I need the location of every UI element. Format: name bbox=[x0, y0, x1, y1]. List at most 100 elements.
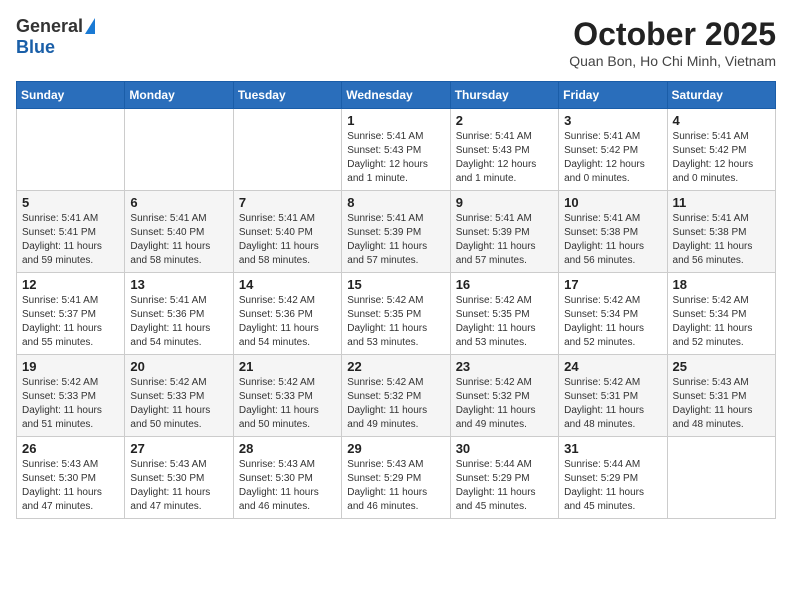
calendar-cell: 21Sunrise: 5:42 AM Sunset: 5:33 PM Dayli… bbox=[233, 355, 341, 437]
day-number: 22 bbox=[347, 359, 444, 374]
day-number: 23 bbox=[456, 359, 553, 374]
calendar-cell: 10 Sunrise: 5:41 AM Sunset: 5:38 PM Dayli… bbox=[559, 191, 667, 273]
day-number: 21 bbox=[239, 359, 336, 374]
logo-blue-text: Blue bbox=[16, 37, 55, 58]
day-info: Sunrise: 5:44 AM Sunset: 5:29 PM Dayligh… bbox=[564, 458, 661, 514]
calendar-header-thursday: Thursday bbox=[450, 82, 558, 109]
calendar-week-row: 26 Sunrise: 5:43 AM Sunset: 5:30 PM Dayli… bbox=[17, 437, 776, 519]
day-number: 16 bbox=[456, 277, 553, 292]
day-number: 11 bbox=[673, 195, 770, 210]
day-number: 10 bbox=[564, 195, 661, 210]
calendar-cell: 13 Sunrise: 5:41 AM Sunset: 5:36 PM Dayli… bbox=[125, 273, 233, 355]
day-info: Sunrise: 5:41 AM Sunset: 5:40 PM Dayligh… bbox=[239, 212, 336, 268]
calendar-cell: 4 Sunrise: 5:41 AM Sunset: 5:42 PM Daylig… bbox=[667, 109, 775, 191]
day-number: 18 bbox=[673, 277, 770, 292]
calendar-cell: 31 Sunrise: 5:44 AM Sunset: 5:29 PM Dayli… bbox=[559, 437, 667, 519]
calendar-cell: 25Sunrise: 5:43 AM Sunset: 5:31 PM Dayli… bbox=[667, 355, 775, 437]
day-number: 14 bbox=[239, 277, 336, 292]
day-info: Sunrise: 5:42 AM Sunset: 5:36 PM Dayligh… bbox=[239, 294, 336, 350]
day-number: 31 bbox=[564, 441, 661, 456]
day-info: Sunrise: 5:41 AM Sunset: 5:41 PM Dayligh… bbox=[22, 212, 119, 268]
day-number: 1 bbox=[347, 113, 444, 128]
day-info: Sunrise: 5:42 AM Sunset: 5:35 PM Dayligh… bbox=[347, 294, 444, 350]
calendar-cell: 22 Sunrise: 5:42 AM Sunset: 5:32 PM Dayli… bbox=[342, 355, 450, 437]
calendar-header-sunday: Sunday bbox=[17, 82, 125, 109]
day-info: Sunrise: 5:42 AM Sunset: 5:31 PM Dayligh… bbox=[564, 376, 661, 432]
day-info: Sunrise: 5:41 AM Sunset: 5:40 PM Dayligh… bbox=[130, 212, 227, 268]
calendar-header-saturday: Saturday bbox=[667, 82, 775, 109]
calendar-cell: 11 Sunrise: 5:41 AM Sunset: 5:38 PM Dayli… bbox=[667, 191, 775, 273]
calendar-week-row: 19Sunrise: 5:42 AM Sunset: 5:33 PM Dayli… bbox=[17, 355, 776, 437]
day-info: Sunrise: 5:42 AM Sunset: 5:35 PM Dayligh… bbox=[456, 294, 553, 350]
logo: General Blue bbox=[16, 16, 95, 58]
calendar-header-friday: Friday bbox=[559, 82, 667, 109]
calendar-cell: 15Sunrise: 5:42 AM Sunset: 5:35 PM Dayli… bbox=[342, 273, 450, 355]
calendar-cell: 6 Sunrise: 5:41 AM Sunset: 5:40 PM Daylig… bbox=[125, 191, 233, 273]
day-number: 6 bbox=[130, 195, 227, 210]
day-info: Sunrise: 5:42 AM Sunset: 5:32 PM Dayligh… bbox=[456, 376, 553, 432]
day-info: Sunrise: 5:41 AM Sunset: 5:42 PM Dayligh… bbox=[673, 130, 770, 186]
logo-general-text: General bbox=[16, 16, 83, 37]
day-number: 27 bbox=[130, 441, 227, 456]
location-text: Quan Bon, Ho Chi Minh, Vietnam bbox=[569, 53, 776, 69]
logo-triangle-icon bbox=[85, 18, 95, 34]
calendar-cell: 2 Sunrise: 5:41 AM Sunset: 5:43 PM Daylig… bbox=[450, 109, 558, 191]
day-info: Sunrise: 5:42 AM Sunset: 5:33 PM Dayligh… bbox=[130, 376, 227, 432]
calendar-cell: 3 Sunrise: 5:41 AM Sunset: 5:42 PM Daylig… bbox=[559, 109, 667, 191]
day-number: 5 bbox=[22, 195, 119, 210]
day-number: 4 bbox=[673, 113, 770, 128]
calendar-header-monday: Monday bbox=[125, 82, 233, 109]
day-info: Sunrise: 5:41 AM Sunset: 5:39 PM Dayligh… bbox=[347, 212, 444, 268]
calendar-table: SundayMondayTuesdayWednesdayThursdayFrid… bbox=[16, 81, 776, 519]
calendar-header-wednesday: Wednesday bbox=[342, 82, 450, 109]
day-info: Sunrise: 5:43 AM Sunset: 5:29 PM Dayligh… bbox=[347, 458, 444, 514]
calendar-cell: 12 Sunrise: 5:41 AM Sunset: 5:37 PM Dayli… bbox=[17, 273, 125, 355]
day-number: 20 bbox=[130, 359, 227, 374]
day-info: Sunrise: 5:43 AM Sunset: 5:30 PM Dayligh… bbox=[22, 458, 119, 514]
calendar-cell: 8 Sunrise: 5:41 AM Sunset: 5:39 PM Daylig… bbox=[342, 191, 450, 273]
day-number: 12 bbox=[22, 277, 119, 292]
calendar-cell: 9Sunrise: 5:41 AM Sunset: 5:39 PM Daylig… bbox=[450, 191, 558, 273]
day-info: Sunrise: 5:41 AM Sunset: 5:38 PM Dayligh… bbox=[564, 212, 661, 268]
day-info: Sunrise: 5:42 AM Sunset: 5:32 PM Dayligh… bbox=[347, 376, 444, 432]
day-info: Sunrise: 5:42 AM Sunset: 5:34 PM Dayligh… bbox=[564, 294, 661, 350]
month-title: October 2025 bbox=[569, 16, 776, 53]
calendar-cell bbox=[233, 109, 341, 191]
calendar-cell: 24 Sunrise: 5:42 AM Sunset: 5:31 PM Dayli… bbox=[559, 355, 667, 437]
title-area: October 2025 Quan Bon, Ho Chi Minh, Viet… bbox=[569, 16, 776, 69]
day-info: Sunrise: 5:42 AM Sunset: 5:34 PM Dayligh… bbox=[673, 294, 770, 350]
calendar-cell: 7 Sunrise: 5:41 AM Sunset: 5:40 PM Daylig… bbox=[233, 191, 341, 273]
day-info: Sunrise: 5:41 AM Sunset: 5:43 PM Dayligh… bbox=[456, 130, 553, 186]
day-info: Sunrise: 5:41 AM Sunset: 5:38 PM Dayligh… bbox=[673, 212, 770, 268]
day-number: 8 bbox=[347, 195, 444, 210]
day-number: 30 bbox=[456, 441, 553, 456]
calendar-cell: 14 Sunrise: 5:42 AM Sunset: 5:36 PM Dayli… bbox=[233, 273, 341, 355]
day-number: 17 bbox=[564, 277, 661, 292]
calendar-week-row: 12 Sunrise: 5:41 AM Sunset: 5:37 PM Dayli… bbox=[17, 273, 776, 355]
day-info: Sunrise: 5:44 AM Sunset: 5:29 PM Dayligh… bbox=[456, 458, 553, 514]
day-info: Sunrise: 5:41 AM Sunset: 5:36 PM Dayligh… bbox=[130, 294, 227, 350]
calendar-cell: 20 Sunrise: 5:42 AM Sunset: 5:33 PM Dayli… bbox=[125, 355, 233, 437]
calendar-cell bbox=[17, 109, 125, 191]
calendar-header-tuesday: Tuesday bbox=[233, 82, 341, 109]
day-info: Sunrise: 5:41 AM Sunset: 5:42 PM Dayligh… bbox=[564, 130, 661, 186]
day-info: Sunrise: 5:41 AM Sunset: 5:37 PM Dayligh… bbox=[22, 294, 119, 350]
day-number: 24 bbox=[564, 359, 661, 374]
day-info: Sunrise: 5:41 AM Sunset: 5:43 PM Dayligh… bbox=[347, 130, 444, 186]
day-number: 13 bbox=[130, 277, 227, 292]
calendar-cell: 26 Sunrise: 5:43 AM Sunset: 5:30 PM Dayli… bbox=[17, 437, 125, 519]
day-number: 2 bbox=[456, 113, 553, 128]
day-number: 29 bbox=[347, 441, 444, 456]
day-info: Sunrise: 5:43 AM Sunset: 5:31 PM Dayligh… bbox=[673, 376, 770, 432]
calendar-cell: 30 Sunrise: 5:44 AM Sunset: 5:29 PM Dayli… bbox=[450, 437, 558, 519]
day-number: 3 bbox=[564, 113, 661, 128]
calendar-cell: 17 Sunrise: 5:42 AM Sunset: 5:34 PM Dayli… bbox=[559, 273, 667, 355]
day-number: 7 bbox=[239, 195, 336, 210]
calendar-cell: 1 Sunrise: 5:41 AM Sunset: 5:43 PM Daylig… bbox=[342, 109, 450, 191]
calendar-cell: 18 Sunrise: 5:42 AM Sunset: 5:34 PM Dayli… bbox=[667, 273, 775, 355]
day-number: 26 bbox=[22, 441, 119, 456]
page-header: General Blue October 2025 Quan Bon, Ho C… bbox=[16, 16, 776, 69]
calendar-week-row: 1 Sunrise: 5:41 AM Sunset: 5:43 PM Daylig… bbox=[17, 109, 776, 191]
calendar-cell: 5 Sunrise: 5:41 AM Sunset: 5:41 PM Daylig… bbox=[17, 191, 125, 273]
day-info: Sunrise: 5:42 AM Sunset: 5:33 PM Dayligh… bbox=[22, 376, 119, 432]
